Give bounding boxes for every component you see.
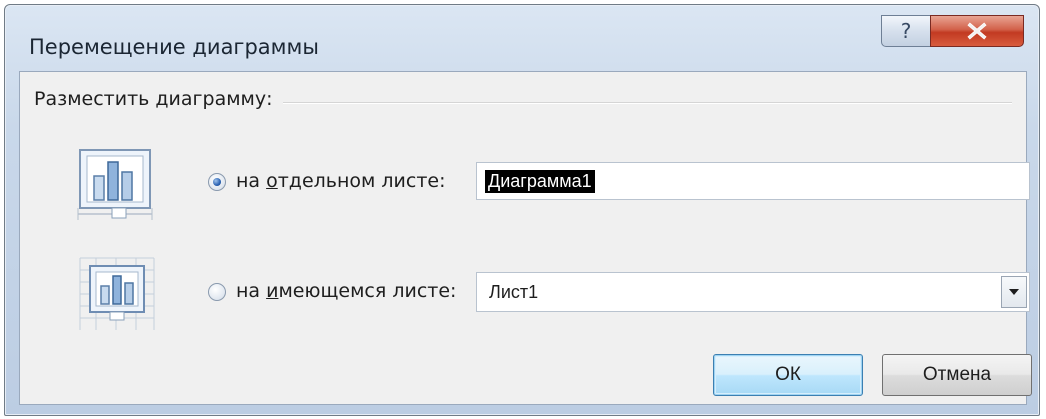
new-sheet-label[interactable]: на отдельном листе: bbox=[236, 170, 446, 192]
ok-label: ОК bbox=[775, 364, 801, 385]
cancel-label: Отмена bbox=[922, 364, 992, 385]
group-label: Разместить диаграмму: bbox=[34, 88, 283, 110]
new-sheet-chart-icon bbox=[77, 149, 153, 220]
window-title: Перемещение диаграммы bbox=[29, 35, 319, 59]
dialog-window: Перемещение диаграммы ? Разместить диагр… bbox=[4, 4, 1040, 416]
label-prefix: на bbox=[236, 170, 267, 192]
label-rest: тдельном листе: bbox=[277, 170, 446, 192]
chevron-down-icon bbox=[1009, 289, 1019, 295]
existing-sheet-chart-icon bbox=[79, 257, 155, 330]
close-button[interactable] bbox=[930, 15, 1024, 47]
existing-sheet-select[interactable]: Лист1 bbox=[476, 272, 1030, 312]
dropdown-button[interactable] bbox=[1001, 276, 1027, 308]
new-sheet-radio[interactable] bbox=[208, 173, 226, 191]
new-sheet-name-input[interactable]: Диаграмма1 bbox=[476, 162, 1030, 200]
radio-selected-dot bbox=[213, 178, 221, 186]
dialog-body: Разместить диаграмму: на отдельном листе… bbox=[19, 71, 1032, 405]
label-rest: меющемся листе: bbox=[278, 280, 457, 302]
existing-sheet-radio[interactable] bbox=[208, 283, 226, 301]
label-accelerator: о bbox=[266, 170, 278, 192]
cancel-button[interactable]: Отмена bbox=[882, 354, 1032, 396]
existing-sheet-label[interactable]: на имеющемся листе: bbox=[236, 280, 456, 302]
ok-button[interactable]: ОК bbox=[713, 354, 863, 396]
selected-input-text: Диаграмма1 bbox=[485, 169, 595, 193]
label-prefix: на bbox=[236, 280, 267, 302]
select-value: Лист1 bbox=[489, 281, 539, 302]
close-icon bbox=[967, 22, 987, 40]
help-icon: ? bbox=[900, 19, 912, 43]
label-accelerator: и bbox=[266, 280, 279, 302]
help-button[interactable]: ? bbox=[881, 15, 931, 47]
